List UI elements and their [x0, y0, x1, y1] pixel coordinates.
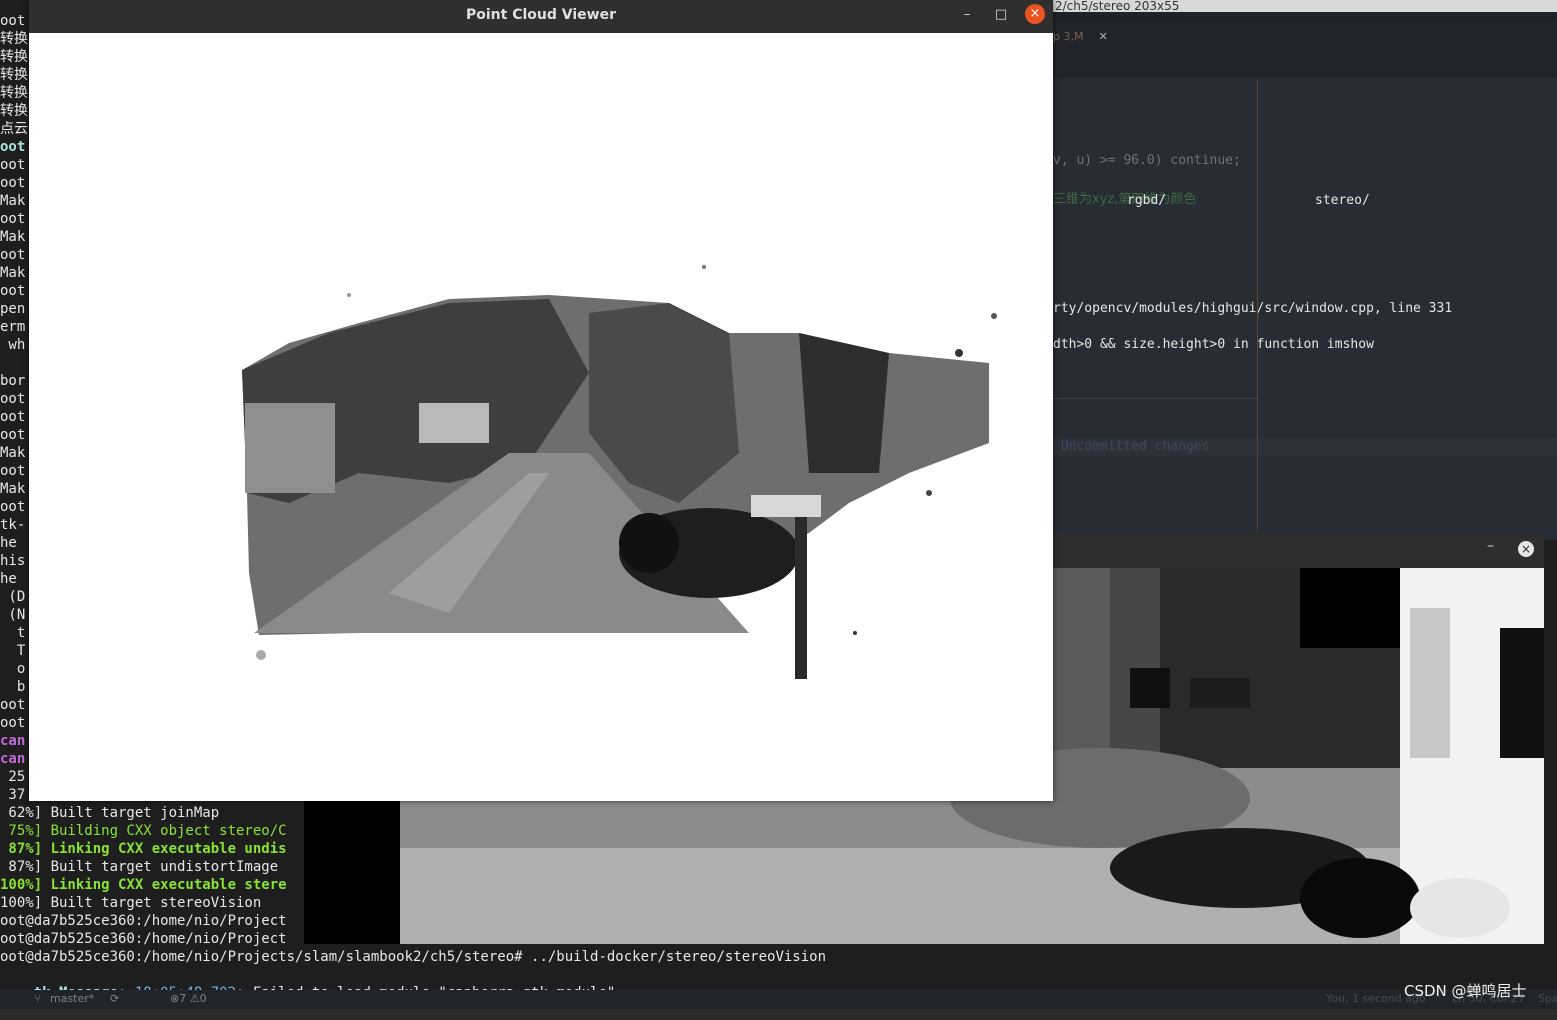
terminal-line: 转换 — [0, 31, 28, 47]
terminal-line: 转换 — [0, 103, 28, 119]
branch-icon: ⑂ — [34, 992, 41, 1005]
code-line: stereo/ — [1315, 193, 1370, 208]
terminal-line: oot — [0, 391, 26, 407]
terminal-line: b — [0, 679, 26, 695]
close-icon[interactable]: × — [1518, 541, 1534, 557]
terminal-line: oot — [0, 175, 26, 191]
branch-name[interactable]: master* — [50, 992, 94, 1005]
code-line: v, u) >= 96.0) continue; — [1053, 153, 1241, 168]
terminal-line: oot — [0, 283, 26, 299]
terminal-line: Mak — [0, 445, 26, 461]
point-cloud-canvas[interactable] — [29, 33, 1053, 801]
terminal-line: oot — [0, 13, 26, 29]
terminal-line: Mak — [0, 229, 26, 245]
terminal-line: oot — [0, 139, 26, 155]
editor-statusbar: ⑂ master* ⟳ ⊗7 ⚠0 You, 1 second ago Ln 5… — [0, 990, 1557, 1009]
terminal-line: oot — [0, 463, 26, 479]
editor-title: 2/ch5/stereo 203x55 — [1053, 0, 1557, 12]
terminal-line: 转换 — [0, 67, 28, 83]
build-line: 87%] Linking CXX executable undis — [0, 841, 287, 857]
indentation[interactable]: Spa — [1538, 992, 1557, 1005]
terminal-line: oot — [0, 247, 26, 263]
terminal-line: oot — [0, 427, 26, 443]
terminal-line: Mak — [0, 265, 26, 281]
build-line: 62%] Built target joinMap — [0, 805, 220, 821]
terminal-line: oot — [0, 499, 26, 515]
terminal-line: wh — [0, 337, 26, 353]
maximize-icon[interactable]: □ — [990, 5, 1012, 27]
close-icon[interactable]: × — [1025, 4, 1045, 24]
window-title: Point Cloud Viewer — [466, 7, 616, 23]
disparity-titlebar[interactable]: – × — [1053, 532, 1544, 568]
terminal-line: 25 — [0, 769, 26, 785]
code-line: Uncommitted changes — [1053, 439, 1210, 454]
terminal-line: 转换 — [0, 49, 28, 65]
terminal-line: 37 — [0, 787, 26, 803]
terminal-line: oot — [0, 409, 26, 425]
terminal-line: can — [0, 751, 26, 767]
terminal-line: bor — [0, 373, 26, 389]
point-cloud-render — [242, 265, 997, 679]
terminal-line: (D — [0, 589, 26, 605]
terminal-line: 点云 — [0, 121, 28, 137]
terminal-line: (N — [0, 607, 26, 623]
terminal-line: Mak — [0, 481, 26, 497]
terminal-line: 转换 — [0, 85, 28, 101]
terminal-line: oot — [0, 211, 26, 227]
sync-icon[interactable]: ⟳ — [110, 992, 119, 1005]
terminal-line: he — [0, 535, 17, 551]
terminal-line: oot — [0, 697, 26, 713]
editor-code-area[interactable]: v, u) >= 96.0) continue; 三维为xyz,第四维为颜色 r… — [1053, 78, 1557, 540]
command-line: oot@da7b525ce360:/home/nio/Projects/slam… — [0, 949, 827, 965]
code-line: rgbd/ — [1127, 193, 1167, 208]
editor-tabbar: p 3,M ✕ — [1053, 22, 1557, 79]
close-icon[interactable]: ✕ — [1099, 28, 1107, 44]
problems-count[interactable]: ⊗7 ⚠0 — [170, 992, 207, 1005]
divider — [1053, 398, 1257, 399]
code-editor[interactable]: 2/ch5/stereo 203x55 p 3,M ✕ v, u) >= 96.… — [1053, 0, 1557, 540]
code-line: dth>0 && size.height>0 in function imsho… — [1053, 337, 1374, 352]
terminal-line: he — [0, 571, 17, 587]
terminal-line: T — [0, 643, 26, 659]
point-cloud-viewer-window[interactable]: Point Cloud Viewer – □ × — [29, 0, 1053, 801]
terminal-line: can — [0, 733, 26, 749]
terminal-line: t — [0, 625, 26, 641]
minimize-icon[interactable]: – — [1487, 538, 1494, 554]
terminal-line: erm — [0, 319, 26, 335]
editor-highlight-row: Uncommitted changes — [1053, 438, 1557, 456]
disparity-black-region — [304, 800, 400, 944]
terminal-line: pen — [0, 301, 26, 317]
terminal-line: his — [0, 553, 26, 569]
build-line: 100%] Built target stereoVision — [0, 895, 262, 911]
code-line: rty/opencv/modules/highgui/src/window.cp… — [1053, 301, 1453, 316]
terminal-line: oot — [0, 157, 26, 173]
terminal-line: oot — [0, 715, 26, 731]
build-line: 100%] Linking CXX executable stere — [0, 877, 287, 893]
build-line: 87%] Built target undistortImage — [0, 859, 279, 875]
terminal-line: tk- — [0, 517, 26, 533]
watermark: CSDN @蝉鸣居士 — [1404, 982, 1527, 1000]
prompt-line: oot@da7b525ce360:/home/nio/Project — [0, 931, 287, 947]
indent-guide — [1257, 80, 1258, 530]
gtk-message-line: tk-Message: 18:05:48.702: Failed to load… — [0, 966, 616, 1001]
terminal-line: o — [0, 661, 26, 677]
code-line: 三维为xyz,第四维为颜色 — [1053, 192, 1197, 207]
terminal-line: Mak — [0, 193, 26, 209]
build-line: 75%] Building CXX object stereo/C — [0, 823, 287, 839]
viewer-titlebar[interactable]: Point Cloud Viewer – □ × — [29, 0, 1053, 33]
prompt-line: oot@da7b525ce360:/home/nio/Project — [0, 913, 287, 929]
editor-tab[interactable]: p 3,M — [1053, 30, 1083, 48]
minimize-icon[interactable]: – — [956, 5, 978, 27]
